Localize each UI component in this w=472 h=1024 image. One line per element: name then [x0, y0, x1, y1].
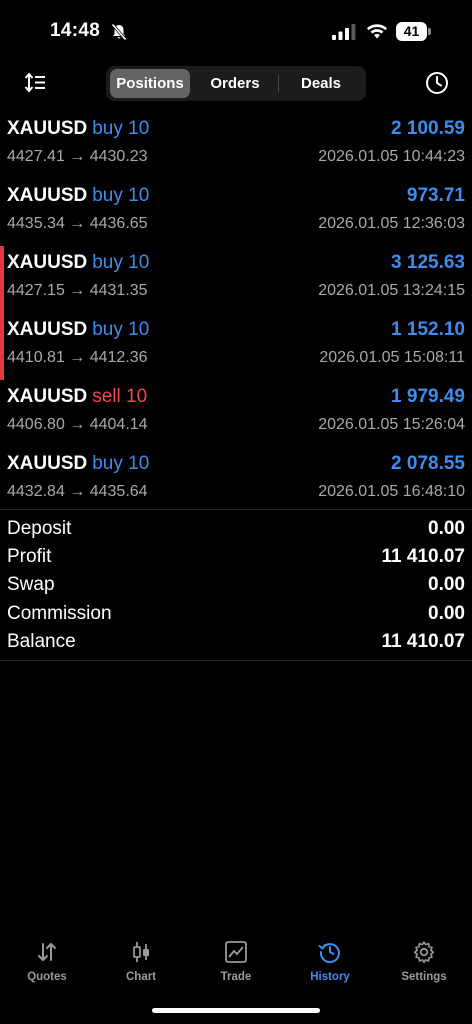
tab-history[interactable]: History	[283, 930, 377, 990]
tab-label: Settings	[401, 971, 447, 983]
deal-symbol: XAUUSD	[7, 118, 88, 139]
deal-symbol: XAUUSD	[7, 185, 88, 206]
summary-value: 0.00	[428, 602, 465, 624]
deal-side: sell 10	[92, 386, 148, 407]
summary-label: Profit	[7, 546, 52, 568]
divider	[0, 660, 472, 661]
home-indicator[interactable]	[152, 1008, 320, 1013]
deal-symbol: XAUUSD	[7, 252, 88, 273]
summary-value: 0.00	[428, 518, 465, 539]
status-time: 14:48	[50, 20, 101, 41]
deal-prices: 4427.15 → 4431.35	[7, 282, 148, 299]
tab-deals[interactable]: Deals	[280, 69, 362, 98]
deal-marker	[0, 246, 4, 313]
deal-side: buy 10	[92, 252, 150, 273]
deal-prices: 4406.80 → 4404.14	[7, 416, 148, 433]
summary-panel: Deposit 0.00 Profit 11 410.07 Swap 0.00 …	[0, 515, 472, 656]
tab-chart[interactable]: Chart	[94, 930, 188, 990]
deal-side: buy 10	[92, 185, 150, 206]
bell-slash-icon	[111, 23, 127, 41]
summary-value: 0.00	[428, 574, 465, 596]
wifi-icon	[367, 24, 387, 39]
deal-symbol: XAUUSD	[7, 453, 88, 474]
deal-marker	[0, 313, 4, 380]
summary-swap: Swap 0.00	[0, 571, 472, 599]
bottom-tab-bar: Quotes Chart Trade History Settings	[0, 930, 472, 1000]
summary-label: Deposit	[7, 518, 72, 539]
deal-row[interactable]: XAUUSD sell 10 1 979.49 4406.80 → 4404.14…	[0, 380, 472, 447]
tab-settings[interactable]: Settings	[377, 930, 471, 990]
candlestick-chart-icon	[133, 942, 149, 962]
tab-label: Chart	[125, 971, 157, 983]
summary-commission: Commission 0.00	[0, 600, 472, 628]
segmented-control: Positions Orders Deals	[106, 66, 366, 101]
segment-divider	[278, 75, 279, 92]
deal-prices: 4427.41 → 4430.23	[7, 148, 148, 165]
tab-trade[interactable]: Trade	[189, 930, 283, 990]
clock-icon[interactable]	[424, 70, 450, 96]
tab-positions[interactable]: Positions	[110, 69, 190, 98]
deal-time: 2026.01.05 10:44:23	[318, 148, 465, 165]
deal-time: 2026.01.05 15:08:11	[319, 349, 465, 366]
deal-side: buy 10	[92, 319, 150, 340]
deal-side: buy 10	[92, 453, 150, 474]
deal-row[interactable]: XAUUSD buy 10 2 100.59 4427.41 → 4430.23 …	[0, 112, 472, 179]
deal-row[interactable]: XAUUSD buy 10 1 152.10 4410.81 → 4412.36 …	[0, 313, 472, 380]
deal-row[interactable]: XAUUSD buy 10 2 078.55 4432.84 → 4435.64 …	[0, 447, 472, 514]
deal-row[interactable]: XAUUSD buy 10 973.71 4435.34 → 4436.65 20…	[0, 179, 472, 246]
tab-quotes[interactable]: Quotes	[0, 930, 94, 990]
sort-icon[interactable]	[22, 70, 48, 96]
deal-time: 2026.01.05 16:48:10	[318, 483, 465, 500]
deal-profit: 2 100.59	[391, 118, 465, 139]
deal-symbol: XAUUSD	[7, 319, 88, 340]
deal-prices: 4432.84 → 4435.64	[7, 483, 148, 500]
deal-prices: 4410.81 → 4412.36	[7, 349, 148, 366]
trade-chart-icon	[225, 941, 247, 963]
deal-time: 2026.01.05 13:24:15	[318, 282, 465, 299]
tab-label: Trade	[220, 971, 252, 983]
cellular-signal-icon	[332, 24, 356, 40]
summary-deposit: Deposit 0.00	[0, 515, 472, 543]
summary-label: Balance	[7, 630, 76, 652]
summary-value: 11 410.07	[381, 546, 465, 568]
deal-profit: 1 979.49	[391, 386, 465, 407]
tab-label: History	[310, 971, 350, 983]
battery-level: 41	[403, 23, 420, 39]
deal-profit: 973.71	[406, 185, 465, 206]
deal-profit: 2 078.55	[391, 453, 465, 474]
summary-label: Swap	[7, 574, 55, 596]
deal-profit: 3 125.63	[391, 252, 465, 273]
settings-gear-icon	[413, 941, 435, 964]
deal-time: 2026.01.05 12:36:03	[318, 215, 465, 232]
tab-label: Quotes	[27, 971, 67, 983]
history-clock-icon	[318, 943, 340, 964]
deal-prices: 4435.34 → 4436.65	[7, 215, 148, 232]
deal-symbol: XAUUSD	[7, 386, 88, 407]
summary-profit: Profit 11 410.07	[0, 543, 472, 571]
summary-balance: Balance 11 410.07	[0, 628, 472, 656]
deal-side: buy 10	[92, 118, 150, 139]
quotes-arrows-icon	[38, 943, 56, 961]
deal-row[interactable]: XAUUSD buy 10 3 125.63 4427.15 → 4431.35 …	[0, 246, 472, 313]
status-bar: 14:48 41	[0, 0, 472, 62]
tab-orders[interactable]: Orders	[194, 69, 276, 98]
deal-profit: 1 152.10	[391, 319, 465, 340]
summary-label: Commission	[7, 602, 112, 624]
summary-value: 11 410.07	[381, 630, 465, 652]
deal-time: 2026.01.05 15:26:04	[318, 416, 465, 433]
divider	[0, 509, 472, 510]
battery-icon: 41	[396, 22, 432, 41]
